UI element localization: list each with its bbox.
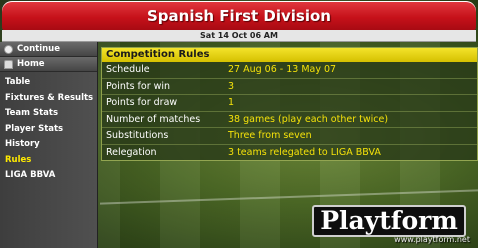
rule-label: Points for draw: [106, 97, 178, 108]
sidebar-item-table[interactable]: Table: [0, 75, 97, 91]
rule-row: Relegation 3 teams relegated to LIGA BBV…: [102, 145, 477, 161]
rule-label: Points for win: [106, 80, 171, 92]
sidebar: Continue Home Table Fixtures & Results T…: [0, 42, 98, 248]
continue-label: Continue: [17, 44, 60, 54]
rule-row: Points for draw 1: [102, 95, 477, 112]
competition-rules-panel: Competition Rules Schedule 27 Aug 06 - 1…: [101, 47, 478, 161]
rule-row: Substitutions Three from seven: [102, 128, 477, 145]
rule-label: Schedule: [106, 64, 150, 75]
date-bar: Sat 14 Oct 06 AM: [2, 30, 476, 42]
sidebar-item-rules[interactable]: Rules: [0, 153, 97, 169]
panel-title: Competition Rules: [102, 48, 477, 62]
title-bar: Spanish First Division: [2, 1, 476, 31]
rule-row: Number of matches 38 games (play each ot…: [102, 112, 477, 128]
rule-row: Points for win 3: [102, 79, 477, 95]
sidebar-item-history[interactable]: History: [0, 137, 97, 153]
sidebar-item-player-stats[interactable]: Player Stats: [0, 122, 97, 138]
sidebar-item-team-stats[interactable]: Team Stats: [0, 106, 97, 122]
home-label: Home: [17, 59, 45, 69]
home-icon: [4, 59, 13, 69]
rule-label: Substitutions: [106, 130, 169, 141]
continue-button[interactable]: Continue: [0, 42, 97, 57]
watermark-logo: Playtform: [312, 205, 466, 237]
home-button[interactable]: Home: [0, 57, 97, 72]
rule-row: Schedule 27 Aug 06 - 13 May 07: [102, 62, 477, 79]
rule-value: Three from seven: [228, 130, 312, 141]
football-icon: [4, 44, 13, 54]
rule-value: 3: [228, 80, 235, 92]
rule-value: 27 Aug 06 - 13 May 07: [228, 64, 337, 75]
rule-label: Relegation: [106, 146, 157, 158]
page-title: Spanish First Division: [147, 7, 331, 25]
rule-value: 1: [228, 97, 235, 108]
rule-value: 3 teams relegated to LIGA BBVA: [228, 146, 381, 158]
watermark-url: www.playtform.net: [394, 235, 470, 244]
sidebar-item-fixtures-results[interactable]: Fixtures & Results: [0, 91, 97, 107]
rule-value: 38 games (play each other twice): [228, 113, 389, 125]
watermark: Playtform www.playtform.net: [312, 205, 470, 244]
rule-label: Number of matches: [106, 113, 201, 125]
sidebar-item-liga-bbva[interactable]: LIGA BBVA: [0, 168, 97, 184]
